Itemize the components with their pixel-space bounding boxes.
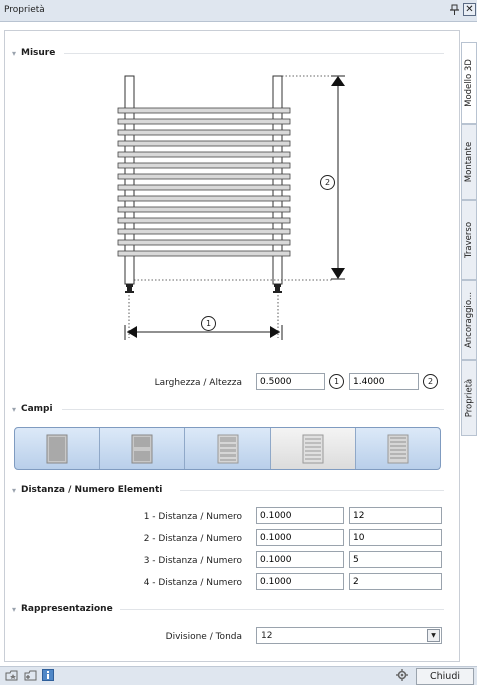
distanza-row-2-label: 2 - Distanza / Numero [143, 534, 242, 544]
radiator-5-fields-icon [387, 434, 409, 463]
width-dimension-badge: 1 [329, 374, 344, 389]
collapse-chevron-icon[interactable]: ▾ [12, 605, 21, 614]
section-rappresentazione-label: Rappresentazione [21, 604, 113, 614]
window-title: Proprietà [4, 5, 45, 15]
divisione-tonda-label: Divisione / Tonda [165, 632, 242, 642]
tab-ancoraggio[interactable]: Ancoraggio... [461, 280, 477, 360]
section-misure-label: Misure [21, 48, 56, 58]
tab-montante[interactable]: Montante [461, 124, 477, 200]
radiator-drawing [117, 75, 345, 340]
numero-4-input[interactable] [349, 573, 442, 590]
tab-ancoraggio-label: Ancoraggio... [464, 291, 474, 349]
collapse-chevron-icon[interactable]: ▾ [12, 486, 21, 495]
section-campi-header[interactable]: ▾ Campi [12, 403, 59, 415]
window-titlebar: Proprietà ✕ [0, 0, 477, 22]
campi-option-1[interactable] [15, 428, 101, 469]
divisione-tonda-select[interactable]: 12 ▼ [256, 627, 442, 644]
radiator-3-fields-icon [217, 434, 238, 463]
close-button[interactable]: Chiudi [416, 668, 474, 685]
tab-modello-3d-label: Modello 3D [464, 59, 474, 107]
section-divider [120, 609, 444, 610]
pin-icon[interactable] [450, 4, 459, 18]
dimension-1-badge: 1 [201, 316, 216, 331]
section-divider [62, 409, 444, 410]
collapse-chevron-icon[interactable]: ▾ [12, 405, 21, 414]
height-dimension-badge: 2 [423, 374, 438, 389]
section-misure-header[interactable]: ▾ Misure [12, 47, 61, 59]
distanza-row-3-label: 3 - Distanza / Numero [143, 556, 242, 566]
chevron-down-icon[interactable]: ▼ [427, 629, 440, 642]
campi-option-2[interactable] [100, 428, 186, 469]
tab-proprieta[interactable]: Proprietà [461, 360, 477, 436]
info-icon[interactable] [42, 669, 54, 684]
tab-traverso[interactable]: Traverso [461, 200, 477, 280]
distanza-1-input[interactable] [256, 507, 344, 524]
distanza-4-input[interactable] [256, 573, 344, 590]
height-input[interactable] [349, 373, 419, 390]
footer-bar: Chiudi [0, 666, 477, 685]
campi-option-5[interactable] [356, 428, 440, 469]
numero-1-input[interactable] [349, 507, 442, 524]
larghezza-altezza-label: Larghezza / Altezza [154, 378, 242, 388]
campi-selector[interactable] [14, 427, 441, 470]
close-icon[interactable]: ✕ [463, 3, 476, 16]
numero-3-input[interactable] [349, 551, 442, 568]
distanza-2-input[interactable] [256, 529, 344, 546]
divisione-tonda-value: 12 [261, 631, 273, 641]
numero-2-input[interactable] [349, 529, 442, 546]
radiator-4-fields-icon [302, 434, 324, 463]
collapse-chevron-icon[interactable]: ▾ [12, 49, 21, 58]
section-distanza-header[interactable]: ▾ Distanza / Numero Elementi [12, 484, 168, 496]
open-favorites-icon[interactable] [5, 669, 18, 684]
tab-proprieta-label: Proprietà [464, 378, 475, 418]
settings-icon[interactable] [396, 669, 408, 684]
width-input[interactable] [256, 373, 325, 390]
dimension-2-badge: 2 [320, 175, 335, 190]
distanza-row-4-label: 4 - Distanza / Numero [143, 578, 242, 588]
campi-option-4[interactable] [270, 428, 356, 469]
tab-traverso-label: Traverso [464, 221, 474, 259]
radiator-1-field-icon [46, 434, 68, 463]
section-divider [64, 53, 444, 54]
section-distanza-label: Distanza / Numero Elementi [21, 485, 163, 495]
campi-option-3[interactable] [185, 428, 271, 469]
section-divider [180, 490, 444, 491]
tab-modello-3d[interactable]: Modello 3D [461, 42, 477, 124]
distanza-row-1-label: 1 - Distanza / Numero [143, 512, 242, 522]
tab-montante-label: Montante [464, 141, 475, 183]
save-favorites-icon[interactable] [24, 669, 37, 684]
radiator-2-fields-icon [131, 434, 153, 463]
section-campi-label: Campi [21, 404, 53, 414]
distanza-3-input[interactable] [256, 551, 344, 568]
section-rappresentazione-header[interactable]: ▾ Rappresentazione [12, 603, 119, 615]
